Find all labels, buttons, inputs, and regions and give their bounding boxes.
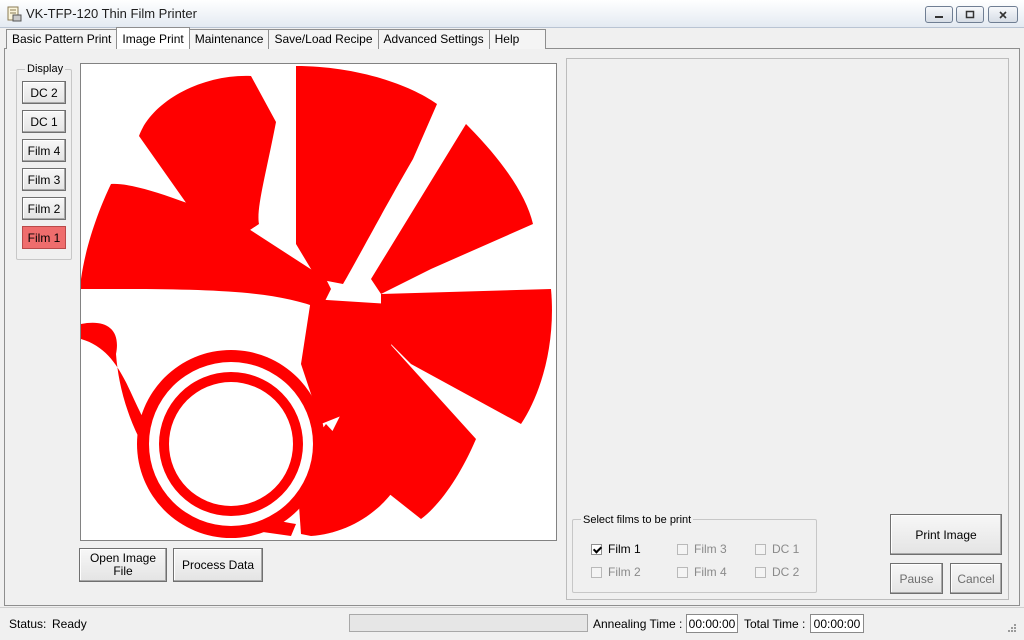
- print-image-button[interactable]: Print Image: [890, 514, 1002, 555]
- dc1-checkbox[interactable]: DC 1: [755, 542, 799, 556]
- display-film2-button[interactable]: Film 2: [22, 197, 66, 220]
- display-dc2-button[interactable]: DC 2: [22, 81, 66, 104]
- close-button[interactable]: [988, 6, 1018, 23]
- display-film3-button[interactable]: Film 3: [22, 168, 66, 191]
- film3-checkbox-label: Film 3: [694, 542, 727, 556]
- film4-checkbox-label: Film 4: [694, 565, 727, 579]
- checked-icon: [591, 543, 602, 555]
- film1-checkbox-label: Film 1: [608, 542, 641, 556]
- cancel-button[interactable]: Cancel: [950, 563, 1002, 594]
- title-bar: VK-TFP-120 Thin Film Printer: [0, 0, 1024, 28]
- unchecked-icon: [591, 566, 602, 578]
- film2-checkbox[interactable]: Film 2: [591, 565, 641, 579]
- status-value: Ready: [52, 617, 87, 631]
- film-select-label: Select films to be print: [581, 514, 694, 526]
- film3-checkbox[interactable]: Film 3: [677, 542, 727, 556]
- unchecked-icon: [677, 566, 688, 578]
- annealing-time-label: Annealing Time :: [593, 617, 683, 631]
- close-icon: [999, 10, 1007, 19]
- film2-checkbox-label: Film 2: [608, 565, 641, 579]
- pause-button[interactable]: Pause: [890, 563, 943, 594]
- film4-checkbox[interactable]: Film 4: [677, 565, 727, 579]
- tab-advanced-settings[interactable]: Advanced Settings: [377, 29, 490, 49]
- film-select-group: [572, 519, 817, 593]
- progress-bar: [349, 614, 588, 632]
- dc1-checkbox-label: DC 1: [772, 542, 800, 556]
- display-film1-button[interactable]: Film 1: [22, 226, 66, 249]
- unchecked-icon: [755, 543, 766, 555]
- total-time-label: Total Time :: [744, 617, 806, 631]
- unchecked-icon: [677, 543, 688, 555]
- fan-logo-image: [81, 66, 552, 538]
- display-film4-button[interactable]: Film 4: [22, 139, 66, 162]
- total-time-value: 00:00:00: [810, 614, 864, 633]
- tab-maintenance[interactable]: Maintenance: [188, 29, 270, 49]
- unchecked-icon: [755, 566, 766, 578]
- display-dc1-button[interactable]: DC 1: [22, 110, 66, 133]
- tab-basic-pattern-print[interactable]: Basic Pattern Print: [6, 29, 118, 49]
- restore-button[interactable]: [956, 6, 984, 23]
- open-image-file-button[interactable]: Open Image File: [79, 548, 167, 582]
- display-group-label: Display: [25, 63, 66, 75]
- status-label: Status:: [9, 617, 47, 631]
- minimize-icon: [935, 15, 943, 18]
- tab-strip: Basic Pattern Print Image Print Maintena…: [6, 27, 547, 49]
- window-title: VK-TFP-120 Thin Film Printer: [26, 6, 197, 21]
- image-preview: [80, 63, 557, 541]
- printer-document-icon: [7, 6, 22, 22]
- process-data-button[interactable]: Process Data: [173, 548, 263, 582]
- restore-icon: [965, 10, 975, 19]
- resize-grip-icon[interactable]: [1006, 622, 1018, 634]
- minimize-button[interactable]: [925, 6, 953, 23]
- tab-image-print[interactable]: Image Print: [116, 27, 190, 49]
- tab-save-load-recipe[interactable]: Save/Load Recipe: [268, 29, 379, 49]
- annealing-time-value: 00:00:00: [686, 614, 738, 633]
- dc2-checkbox[interactable]: DC 2: [755, 565, 799, 579]
- dc2-checkbox-label: DC 2: [772, 565, 800, 579]
- tab-help[interactable]: Help: [488, 29, 547, 49]
- film1-checkbox[interactable]: Film 1: [591, 542, 641, 556]
